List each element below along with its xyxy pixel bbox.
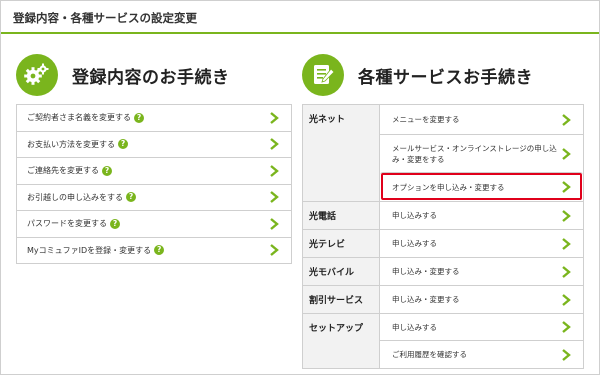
mobile-apply-change-link[interactable]: 申し込み・変更する bbox=[380, 258, 583, 285]
list-item-label: ご連絡先を変更する bbox=[27, 166, 99, 176]
help-icon[interactable]: ? bbox=[102, 165, 112, 176]
service-group-discount: 割引サービス 申し込み・変更する bbox=[302, 286, 584, 314]
change-contract-name-link[interactable]: ご契約者さま名義を変更する ? bbox=[16, 105, 292, 132]
change-contact-link[interactable]: ご連絡先を変更する ? bbox=[16, 158, 292, 185]
service-item-label: メニューを変更する bbox=[392, 115, 460, 124]
register-my-id-link[interactable]: MyコミュファIDを登録・変更する ? bbox=[16, 237, 292, 264]
services-section-header: 各種サービスお手続き bbox=[302, 52, 533, 98]
change-password-link[interactable]: パスワードを変更する ? bbox=[16, 211, 292, 238]
chevron-right-icon bbox=[562, 321, 571, 333]
help-icon[interactable]: ? bbox=[154, 245, 165, 256]
chevron-right-icon bbox=[562, 181, 571, 193]
list-item-label: パスワードを変更する bbox=[27, 219, 107, 229]
discount-apply-change-link[interactable]: 申し込み・変更する bbox=[380, 286, 583, 313]
service-item-label: メールサービス・オンラインストレージの申し込み・変更をする bbox=[392, 143, 557, 164]
service-category: 光電話 bbox=[303, 202, 380, 229]
service-group-hikari-phone: 光電話 申し込みする bbox=[302, 202, 584, 230]
help-icon[interactable]: ? bbox=[118, 139, 128, 150]
chevron-right-icon bbox=[562, 147, 571, 160]
list-item-label: ご契約者さま名義を変更する bbox=[27, 113, 131, 123]
registration-section-header: 登録内容のお手続き bbox=[16, 52, 230, 98]
service-category: セットアップ bbox=[303, 314, 380, 368]
chevron-right-icon bbox=[562, 237, 571, 250]
setup-apply-link[interactable]: 申し込みする bbox=[380, 314, 583, 340]
list-item-label: お支払い方法を変更する bbox=[27, 139, 115, 149]
help-icon[interactable]: ? bbox=[126, 192, 136, 203]
chevron-right-icon bbox=[270, 111, 279, 124]
option-application-link[interactable]: オプションを申し込み・変更する bbox=[380, 172, 583, 201]
phone-apply-link[interactable]: 申し込みする bbox=[380, 202, 583, 229]
registration-list: ご契約者さま名義を変更する ? お支払い方法を変更する ? ご連絡先を変更する … bbox=[16, 104, 292, 264]
service-item-label: 申し込み・変更する bbox=[392, 267, 460, 276]
service-group-hikari-mobile: 光モバイル 申し込み・変更する bbox=[302, 258, 584, 286]
help-icon[interactable]: ? bbox=[134, 112, 144, 123]
chevron-right-icon bbox=[562, 265, 571, 278]
help-icon[interactable]: ? bbox=[110, 218, 120, 229]
chevron-right-icon bbox=[270, 191, 279, 204]
chevron-right-icon bbox=[562, 293, 571, 306]
usage-history-link[interactable]: ご利用履歴を確認する bbox=[380, 340, 583, 368]
service-group-setup: セットアップ 申し込みする ご利用履歴を確認する bbox=[302, 314, 584, 369]
chevron-right-icon bbox=[562, 348, 571, 361]
chevron-right-icon bbox=[270, 164, 279, 177]
list-item-label: MyコミュファIDを登録・変更する bbox=[27, 245, 152, 255]
tv-apply-link[interactable]: 申し込みする bbox=[380, 230, 583, 257]
chevron-right-icon bbox=[562, 209, 571, 222]
service-item-label: 申し込みする bbox=[392, 211, 437, 220]
gears-icon bbox=[16, 54, 58, 96]
registration-section-title: 登録内容のお手続き bbox=[72, 67, 230, 88]
service-group-hikari-tv: 光テレビ 申し込みする bbox=[302, 230, 584, 258]
service-item-label: ご利用履歴を確認する bbox=[392, 350, 467, 359]
change-menu-link[interactable]: メニューを変更する bbox=[380, 105, 583, 134]
chevron-right-icon bbox=[270, 138, 279, 151]
document-pen-icon bbox=[302, 54, 344, 96]
service-item-label: 申し込み・変更する bbox=[392, 295, 460, 304]
mail-storage-link[interactable]: メールサービス・オンラインストレージの申し込み・変更をする bbox=[380, 134, 583, 172]
service-item-label: 申し込みする bbox=[392, 239, 437, 248]
service-category: 光ネット bbox=[303, 105, 380, 201]
service-category: 割引サービス bbox=[303, 286, 380, 313]
service-item-label: 申し込みする bbox=[392, 322, 437, 332]
service-group-hikari-net: 光ネット メニューを変更する メールサービス・オンラインストレージの申し込み・変… bbox=[302, 105, 584, 202]
change-payment-method-link[interactable]: お支払い方法を変更する ? bbox=[16, 131, 292, 158]
chevron-right-icon bbox=[270, 217, 279, 230]
services-section-title: 各種サービスお手続き bbox=[358, 67, 533, 88]
chevron-right-icon bbox=[562, 113, 571, 126]
services-table: 光ネット メニューを変更する メールサービス・オンラインストレージの申し込み・変… bbox=[302, 104, 584, 369]
chevron-right-icon bbox=[270, 244, 279, 257]
service-category: 光テレビ bbox=[303, 230, 380, 257]
list-item-label: お引越しの申し込みをする bbox=[27, 192, 123, 202]
service-item-label: オプションを申し込み・変更する bbox=[392, 182, 505, 192]
page-title: 登録内容・各種サービスの設定変更 bbox=[1, 1, 599, 34]
service-category: 光モバイル bbox=[303, 258, 380, 285]
moving-application-link[interactable]: お引越しの申し込みをする ? bbox=[16, 184, 292, 211]
